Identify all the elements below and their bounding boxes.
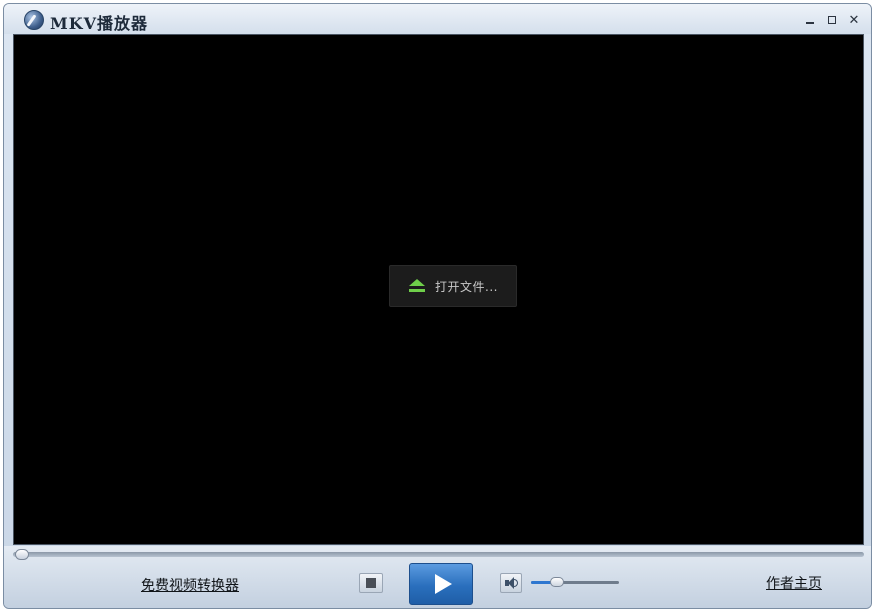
video-area[interactable]: 打开文件...	[13, 34, 864, 545]
seek-thumb[interactable]	[15, 549, 29, 560]
open-file-label: 打开文件...	[435, 279, 498, 294]
volume-slider[interactable]	[531, 577, 619, 587]
window-controls: ✕	[799, 10, 865, 30]
title-bar[interactable]: MKV播放器 ✕	[4, 4, 871, 34]
seek-bar[interactable]	[13, 549, 864, 560]
mute-button[interactable]	[500, 573, 522, 593]
minimize-button[interactable]	[799, 10, 821, 30]
volume-thumb[interactable]	[550, 577, 565, 587]
maximize-button[interactable]	[821, 10, 843, 30]
player-window: MKV播放器 ✕ 打开文件... 免费视频转换器 作者主页	[3, 3, 872, 609]
app-logo-icon	[24, 10, 44, 30]
stop-button[interactable]	[359, 573, 383, 593]
author-homepage-link[interactable]: 作者主页	[766, 573, 822, 593]
play-button[interactable]	[409, 563, 473, 605]
window-title: MKV播放器	[50, 14, 149, 33]
eject-icon	[408, 279, 426, 293]
play-icon	[434, 574, 452, 594]
open-file-button[interactable]: 打开文件...	[389, 265, 517, 307]
close-icon: ✕	[848, 12, 860, 28]
stop-icon	[366, 578, 376, 588]
control-bar: 免费视频转换器 作者主页	[4, 546, 871, 608]
close-button[interactable]: ✕	[843, 10, 865, 30]
maximize-icon	[828, 16, 836, 24]
video-converter-link[interactable]: 免费视频转换器	[141, 575, 239, 595]
minimize-icon	[806, 22, 814, 24]
